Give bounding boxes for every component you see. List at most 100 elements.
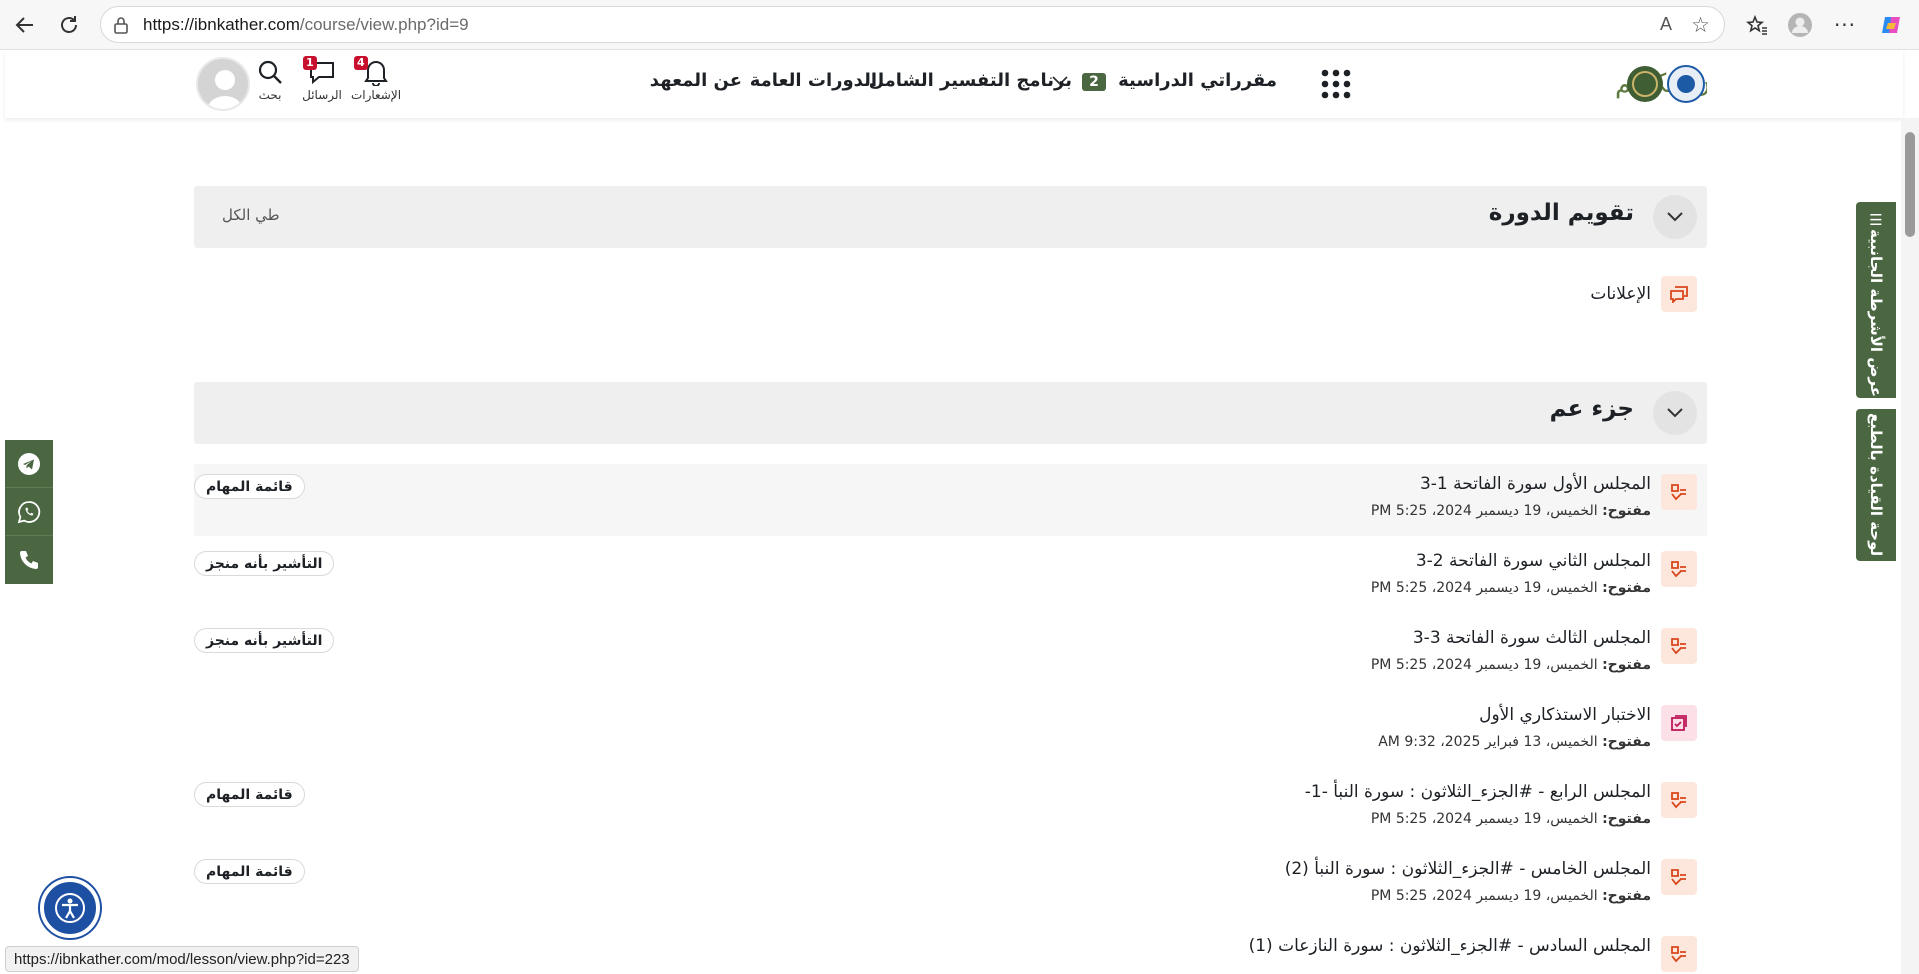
nav-tafsir-program[interactable]: برنامج التفسير الشامل <box>869 70 1072 91</box>
nav-about[interactable]: عن المعهد <box>650 70 742 91</box>
collapse-section-button[interactable] <box>1653 195 1697 239</box>
read-aloud-icon[interactable]: A <box>1660 14 1672 35</box>
date-label: مفتوح: <box>1602 888 1651 904</box>
section-header-calendar: تقويم الدورة طي الكل <box>194 186 1707 248</box>
favorite-star-icon[interactable]: ☆ <box>1691 13 1710 37</box>
url-text: https://ibnkather.com/course/view.php?id… <box>143 15 469 35</box>
date-label: مفتوح: <box>1602 734 1651 750</box>
nav-general-courses[interactable]: الدورات العامة <box>750 70 877 91</box>
lesson-icon <box>1661 628 1697 664</box>
url-host: https://ibnkather.com <box>143 15 300 34</box>
section-header-juz-amma: جزء عم <box>194 382 1707 444</box>
sidebar-toggle-icon: ☰ <box>1869 211 1883 229</box>
notifications-count-badge: 4 <box>354 56 368 70</box>
search-label: بحث <box>258 88 282 102</box>
activity-open-date: مفتوح: الخميس، 19 ديسمبر 2024، 5:25 PM <box>1371 580 1651 596</box>
lesson-icon <box>1661 474 1697 510</box>
todo-button[interactable]: قائمة المهام <box>194 474 305 499</box>
date-label: مفتوح: <box>1602 580 1651 596</box>
date-value: الخميس، 19 ديسمبر 2024، 5:25 PM <box>1370 811 1598 827</box>
drawer-tab-label: عرض الأشرطة الجانبية <box>1867 229 1885 398</box>
collapse-all-link[interactable]: طي الكل <box>222 206 280 224</box>
activity-lesson[interactable]: المجلس الثالث سورة الفاتحة 3-3 مفتوح: ال… <box>194 618 1707 690</box>
date-value: الخميس، 19 ديسمبر 2024، 5:25 PM <box>1370 888 1598 904</box>
activity-title[interactable]: المجلس السادس - #الجزء_الثلاثون : سورة ا… <box>1249 936 1651 956</box>
back-icon[interactable] <box>10 10 40 40</box>
date-value: الخميس، 13 فبراير 2025، 9:32 AM <box>1378 734 1598 750</box>
activity-open-date: مفتوح: الخميس، 19 ديسمبر 2024، 5:25 PM <box>1371 811 1651 827</box>
messages-label: الرسائل <box>302 88 342 102</box>
nav-my-courses[interactable]: مقرراتي الدراسية 2 <box>1052 70 1277 91</box>
url-path: /course/view.php?id=9 <box>299 15 469 34</box>
telegram-icon <box>18 452 40 475</box>
activity-title[interactable]: الاختبار الاستذكاري الأول <box>1479 705 1651 725</box>
date-value: الخميس، 19 ديسمبر 2024، 5:25 PM <box>1370 580 1598 596</box>
scrollbar-thumb[interactable] <box>1905 132 1915 237</box>
refresh-icon[interactable] <box>54 10 84 40</box>
lesson-icon <box>1661 551 1697 587</box>
profile-icon[interactable] <box>1785 10 1815 40</box>
phone-button[interactable] <box>5 536 53 584</box>
my-courses-count-badge: 2 <box>1082 73 1106 91</box>
open-block-drawer-tab[interactable]: عرض الأشرطة الجانبية ☰ <box>1856 202 1896 398</box>
lesson-icon <box>1661 782 1697 818</box>
messages-count-badge: 1 <box>303 56 317 70</box>
activity-quiz[interactable]: الاختبار الاستذكاري الأول مفتوح: الخميس،… <box>194 695 1707 767</box>
whatsapp-button[interactable] <box>5 488 53 536</box>
quiz-icon <box>1661 705 1697 741</box>
date-value: الخميس، 19 ديسمبر 2024، 5:25 PM <box>1370 657 1598 673</box>
activity-lesson[interactable]: المجلس الخامس - #الجزء_الثلاثون : سورة ا… <box>194 849 1707 921</box>
chevron-down-icon <box>1667 408 1683 418</box>
mark-done-button[interactable]: التأشير بأنه منجز <box>194 628 335 653</box>
search-icon <box>258 60 282 84</box>
activity-title[interactable]: الإعلانات <box>1590 284 1651 304</box>
messages-button[interactable]: الرسائل <box>292 58 352 112</box>
activity-title[interactable]: المجلس الثاني سورة الفاتحة 2-3 <box>1416 551 1651 571</box>
institute-logo[interactable]: معهد الإمام ابن كثير لتفسير القرآن الكري… <box>1401 54 1919 110</box>
phone-icon <box>20 551 38 569</box>
site-info-icon[interactable] <box>113 16 129 38</box>
nav-my-courses-label: مقرراتي الدراسية <box>1118 70 1277 91</box>
activity-title[interactable]: المجلس الخامس - #الجزء_الثلاثون : سورة ا… <box>1285 859 1651 879</box>
activity-lesson[interactable]: المجلس الرابع - #الجزء_الثلاثون : سورة ا… <box>194 772 1707 844</box>
date-label: مفتوح: <box>1602 811 1651 827</box>
address-bar[interactable]: https://ibnkather.com/course/view.php?id… <box>100 6 1725 43</box>
activity-lesson[interactable]: المجلس السادس - #الجزء_الثلاثون : سورة ا… <box>194 926 1707 974</box>
activity-title[interactable]: المجلس الأول سورة الفاتحة 1-3 <box>1420 474 1651 494</box>
activity-lesson[interactable]: المجلس الثاني سورة الفاتحة 2-3 مفتوح: ال… <box>194 541 1707 613</box>
collapse-section-button[interactable] <box>1653 391 1697 435</box>
activity-open-date: مفتوح: الخميس، 19 ديسمبر 2024، 5:25 PM <box>1371 657 1651 673</box>
whatsapp-icon <box>17 500 41 523</box>
telegram-button[interactable] <box>5 440 53 488</box>
date-label: مفتوح: <box>1602 503 1651 519</box>
lesson-icon <box>1661 936 1697 972</box>
accessibility-icon <box>55 893 85 923</box>
page-scrollbar[interactable] <box>1901 118 1919 974</box>
todo-button[interactable]: قائمة المهام <box>194 859 305 884</box>
section-title: جزء عم <box>1549 396 1634 422</box>
browser-toolbar: https://ibnkather.com/course/view.php?id… <box>0 0 1919 50</box>
more-menu-icon[interactable]: ··· <box>1830 10 1860 40</box>
todo-button[interactable]: قائمة المهام <box>194 782 305 807</box>
mark-done-button[interactable]: التأشير بأنه منجز <box>194 551 335 576</box>
accessibility-button[interactable] <box>40 878 100 938</box>
date-label: مفتوح: <box>1602 657 1651 673</box>
activity-open-date: مفتوح: الخميس، 19 ديسمبر 2024، 5:25 PM <box>1371 503 1651 519</box>
date-value: الخميس، 19 ديسمبر 2024، 5:25 PM <box>1370 503 1598 519</box>
activity-open-date: مفتوح: الخميس، 13 فبراير 2025، 9:32 AM <box>1378 734 1651 750</box>
chevron-down-icon <box>1667 212 1683 222</box>
activity-title[interactable]: المجلس الثالث سورة الفاتحة 3-3 <box>1413 628 1651 648</box>
forum-icon <box>1661 276 1697 312</box>
dashboard-tab[interactable]: لوحة القيادة بالطبع <box>1856 409 1896 561</box>
app-grid-icon[interactable] <box>1321 69 1351 103</box>
copilot-icon[interactable] <box>1876 10 1906 40</box>
search-button[interactable]: بحث <box>250 58 290 112</box>
user-avatar[interactable] <box>196 57 250 111</box>
activity-lesson[interactable]: المجلس الأول سورة الفاتحة 1-3 مفتوح: الخ… <box>194 464 1707 536</box>
activity-announcements[interactable]: الإعلانات <box>194 272 1707 320</box>
activity-open-date: مفتوح: الخميس، 19 ديسمبر 2024، 5:25 PM <box>1371 888 1651 904</box>
status-bar-url: https://ibnkather.com/mod/lesson/view.ph… <box>5 946 359 972</box>
activity-title[interactable]: المجلس الرابع - #الجزء_الثلاثون : سورة ا… <box>1305 782 1651 802</box>
lesson-icon <box>1661 859 1697 895</box>
favorites-icon[interactable] <box>1742 10 1772 40</box>
